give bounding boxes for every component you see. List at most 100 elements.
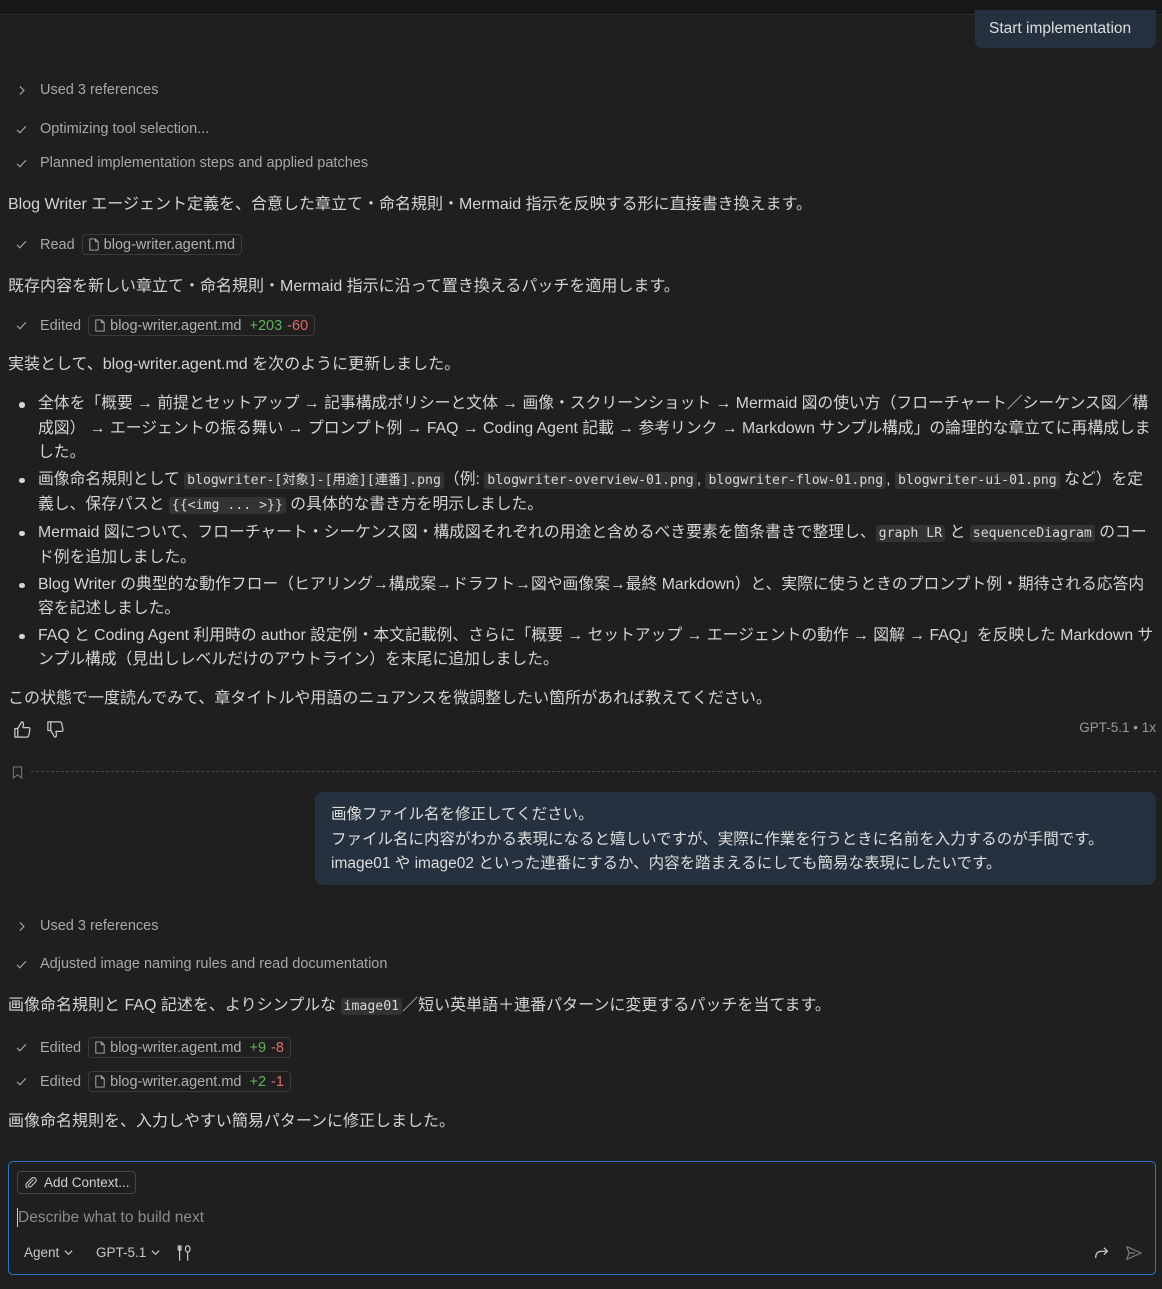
file-name: blog-writer.agent.md	[110, 1073, 242, 1090]
file-chip[interactable]: blog-writer.agent.md +9 -8	[88, 1037, 291, 1058]
list-item-text: 全体を「概要 → 前提とセットアップ → 記事構成ポリシーと文体 → 画像・スク…	[38, 395, 1151, 461]
file-chip[interactable]: blog-writer.agent.md +2 -1	[88, 1071, 291, 1092]
text: Mermaid 図について、フローチャート・シーケンス図・構成図それぞれの用途と…	[38, 523, 876, 541]
chevron-right-icon	[14, 919, 28, 933]
response-model-label: GPT-5.1 • 1x	[1079, 720, 1156, 735]
inline-code: graph LR	[875, 524, 946, 542]
used-references-toggle[interactable]: Used 3 references	[8, 918, 158, 934]
file-icon	[95, 1075, 105, 1088]
check-icon	[14, 238, 28, 252]
response-paragraph: 画像命名規則を、入力しやすい簡易パターンに修正しました。	[8, 1113, 456, 1130]
read-file-step: Read blog-writer.agent.md	[8, 234, 243, 255]
lines-added: +2	[249, 1073, 267, 1090]
file-name: blog-writer.agent.md	[103, 236, 236, 253]
list-item: FAQ と Coding Agent 利用時の author 設定例・本文記載例…	[19, 624, 1158, 673]
list-item: Mermaid 図について、フローチャート・シーケンス図・構成図それぞれの用途と…	[19, 521, 1158, 571]
text: （例:	[443, 470, 485, 488]
progress-step: Optimizing tool selection...	[8, 121, 209, 137]
tools-icon[interactable]	[174, 1242, 196, 1264]
progress-step: Planned implementation steps and applied…	[8, 155, 368, 171]
bookmark-icon[interactable]	[10, 764, 24, 780]
read-label: Read	[40, 236, 75, 253]
text: 画像命名規則と FAQ 記述を、よりシンプルな	[8, 997, 341, 1014]
response-paragraph: この状態で一度読んでみて、章タイトルや用語のニュアンスを微調整したい箇所があれば…	[8, 690, 772, 707]
edited-file-step: Edited blog-writer.agent.md +2 -1	[8, 1071, 291, 1092]
used-references-label: Used 3 references	[40, 82, 159, 98]
paperclip-icon	[25, 1176, 37, 1188]
mode-label: Agent	[24, 1245, 60, 1260]
user-message-rename: 画像ファイル名を修正してください。 ファイル名に内容がわかる表現になると嬉しいで…	[315, 792, 1156, 885]
file-chip[interactable]: blog-writer.agent.md	[81, 234, 243, 255]
user-message-start: Start implementation	[975, 10, 1156, 48]
inline-code: blogwriter-[対象]-[用途][連番].png	[184, 471, 444, 489]
user-message-text: Start implementation	[989, 20, 1132, 37]
list-item-text: FAQ と Coding Agent 利用時の author 設定例・本文記載例…	[38, 626, 1154, 669]
response-paragraph: 実装として、blog-writer.agent.md を次のように更新しました。	[8, 356, 461, 373]
edited-file-step: Edited blog-writer.agent.md +203 -60	[8, 315, 316, 336]
text: 画像命名規則として	[38, 470, 185, 488]
file-icon	[95, 319, 105, 332]
inline-code: sequenceDiagram	[969, 524, 1095, 542]
model-label: GPT-5.1	[96, 1245, 147, 1260]
response-paragraph: 既存内容を新しい章立て・命名規則・Mermaid 指示に沿って置き換えるパッチを…	[8, 278, 680, 295]
text: と	[945, 523, 970, 541]
lines-added: +203	[249, 317, 283, 334]
chat-input[interactable]: Describe what to build next	[17, 1208, 204, 1227]
thumbs-up-icon[interactable]	[11, 718, 33, 740]
add-context-button[interactable]: Add Context...	[17, 1171, 136, 1194]
user-message-line: 画像ファイル名を修正してください。	[331, 806, 594, 823]
response-paragraph: Blog Writer エージェント定義を、合意した章立て・命名規則・Merma…	[8, 196, 813, 213]
lines-removed: -60	[287, 317, 309, 334]
thumbs-down-icon[interactable]	[44, 718, 66, 740]
chat-input-placeholder: Describe what to build next	[18, 1208, 205, 1226]
list-item: Blog Writer の典型的な動作フロー（ヒアリング→構成案→ドラフト→図や…	[19, 573, 1158, 622]
text: ／短い英単語＋連番パターンに変更するパッチを当てます。	[402, 997, 831, 1014]
chat-composer: Add Context... Describe what to build ne…	[8, 1161, 1156, 1275]
redo-icon[interactable]	[1091, 1242, 1113, 1264]
file-chip[interactable]: blog-writer.agent.md +203 -60	[88, 315, 316, 336]
edited-label: Edited	[40, 317, 82, 334]
check-icon	[14, 319, 28, 333]
file-icon	[89, 238, 99, 251]
check-icon	[14, 957, 28, 971]
response-paragraph: 画像命名規則と FAQ 記述を、よりシンプルな image01 ／短い英単語＋連番…	[8, 991, 831, 1015]
lines-added: +9	[249, 1039, 267, 1056]
check-icon	[14, 1075, 28, 1089]
inline-code: blogwriter-ui-01.png	[894, 471, 1060, 489]
chevron-down-icon	[151, 1250, 160, 1256]
edited-file-step: Edited blog-writer.agent.md +9 -8	[8, 1037, 291, 1058]
check-icon	[14, 122, 28, 136]
send-icon[interactable]	[1123, 1242, 1145, 1264]
used-references-label: Used 3 references	[40, 918, 159, 934]
edited-label: Edited	[40, 1073, 82, 1090]
inline-code: blogwriter-overview-01.png	[484, 471, 697, 489]
progress-step-label: Adjusted image naming rules and read doc…	[40, 956, 388, 972]
turn-divider	[31, 771, 1156, 772]
list-item: 画像命名規則として blogwriter-[対象]-[用途][連番].png （例…	[19, 468, 1158, 519]
user-message-line: ファイル名に内容がわかる表現になると嬉しいですが、実際に作業を行うときに名前を入…	[331, 830, 1104, 848]
file-icon	[95, 1041, 105, 1054]
lines-removed: -1	[271, 1073, 284, 1090]
check-icon	[14, 156, 28, 170]
lines-removed: -8	[271, 1039, 284, 1056]
mode-dropdown[interactable]: Agent	[24, 1245, 74, 1260]
text: ,	[886, 470, 895, 488]
inline-code: {{<img ... >}}	[168, 497, 286, 514]
check-icon	[14, 1041, 28, 1055]
inline-code: image01	[340, 998, 403, 1015]
progress-step-label: Planned implementation steps and applied…	[40, 155, 369, 171]
list-item-text: Blog Writer の典型的な動作フロー（ヒアリング→構成案→ドラフト→図や…	[38, 575, 1145, 618]
file-name: blog-writer.agent.md	[110, 1039, 242, 1056]
chevron-down-icon	[64, 1250, 73, 1256]
inline-code: blogwriter-flow-01.png	[705, 471, 887, 489]
add-context-label: Add Context...	[44, 1175, 130, 1190]
model-dropdown[interactable]: GPT-5.1	[96, 1245, 161, 1260]
text: の具体的な書き方を明示しました。	[285, 496, 544, 513]
progress-step-label: Optimizing tool selection...	[40, 121, 210, 137]
file-name: blog-writer.agent.md	[110, 317, 242, 334]
change-list: 全体を「概要 → 前提とセットアップ → 記事構成ポリシーと文体 → 画像・スク…	[19, 392, 1158, 675]
progress-step: Adjusted image naming rules and read doc…	[8, 956, 387, 972]
chevron-right-icon	[14, 83, 28, 97]
list-item: 全体を「概要 → 前提とセットアップ → 記事構成ポリシーと文体 → 画像・スク…	[19, 392, 1158, 466]
used-references-toggle[interactable]: Used 3 references	[8, 82, 158, 98]
